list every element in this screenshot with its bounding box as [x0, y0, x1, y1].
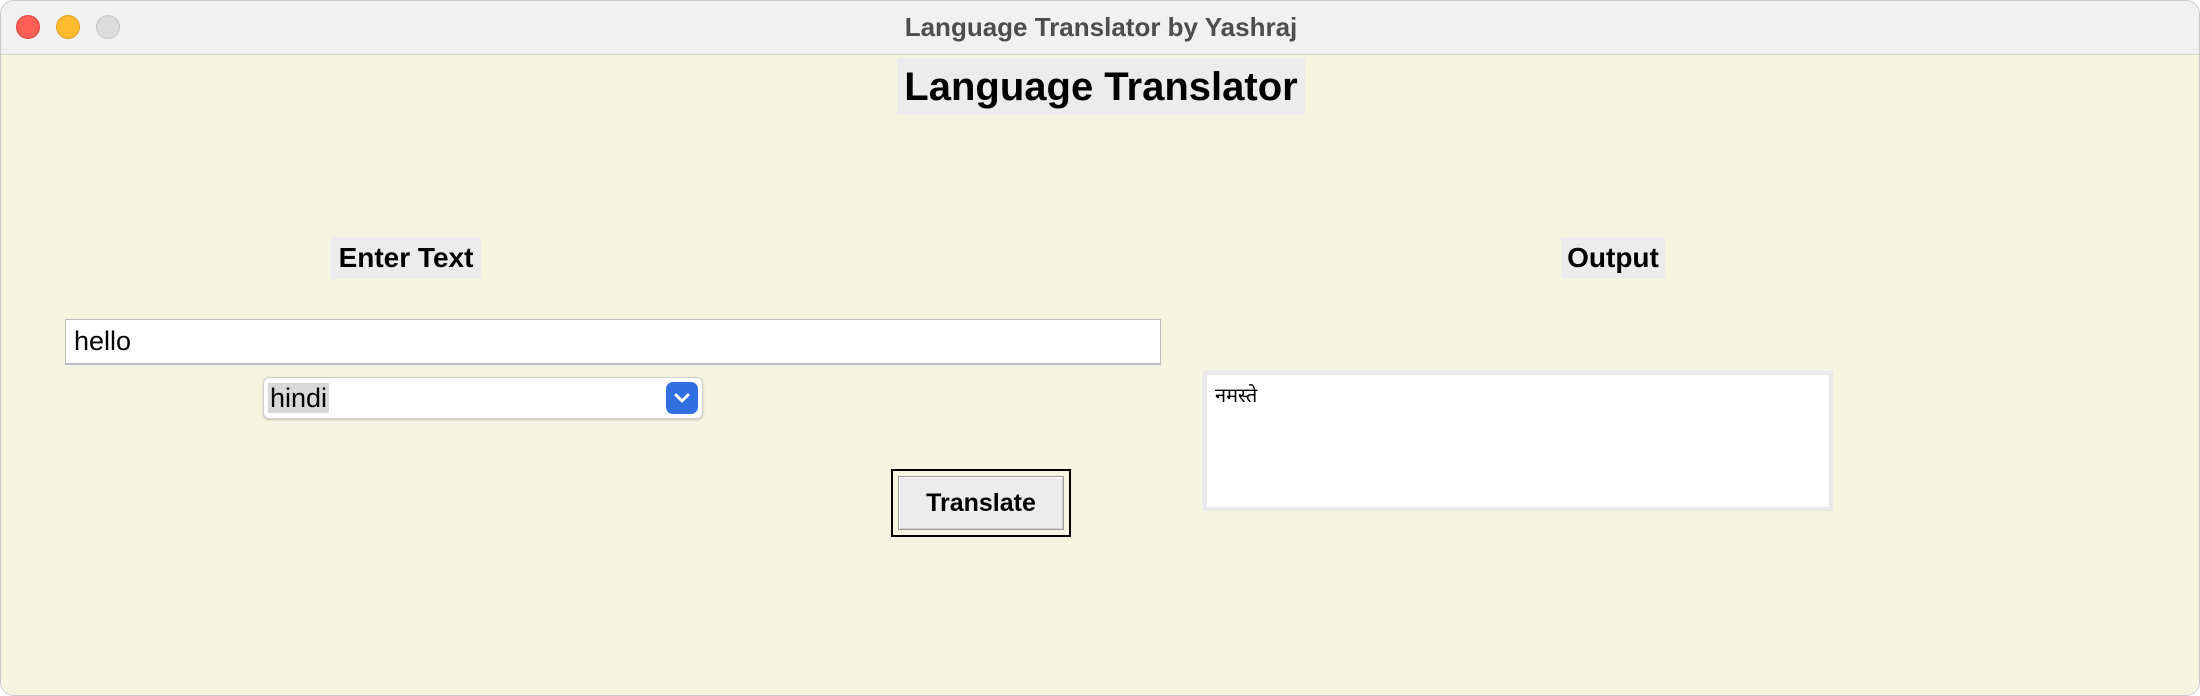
output-text-area[interactable]: नमस्ते: [1203, 371, 1833, 511]
main-content: Language Translator Enter Text Output hi…: [1, 55, 2199, 695]
language-select[interactable]: hindi: [263, 377, 703, 419]
output-label: Output: [1561, 237, 1665, 279]
language-select-value: hindi: [268, 383, 330, 413]
input-label: Enter Text: [331, 237, 481, 279]
window-title: Language Translator by Yashraj: [904, 12, 1298, 42]
translate-button-focus-ring: Translate: [891, 469, 1071, 537]
page-title: Language Translator: [897, 59, 1305, 115]
chevron-down-icon[interactable]: [666, 382, 698, 414]
text-input-field[interactable]: [65, 319, 1161, 365]
translate-button[interactable]: Translate: [898, 476, 1064, 530]
title-bar: Language Translator by Yashraj: [1, 1, 2199, 55]
app-window: Language Translator by Yashraj Language …: [0, 0, 2200, 696]
